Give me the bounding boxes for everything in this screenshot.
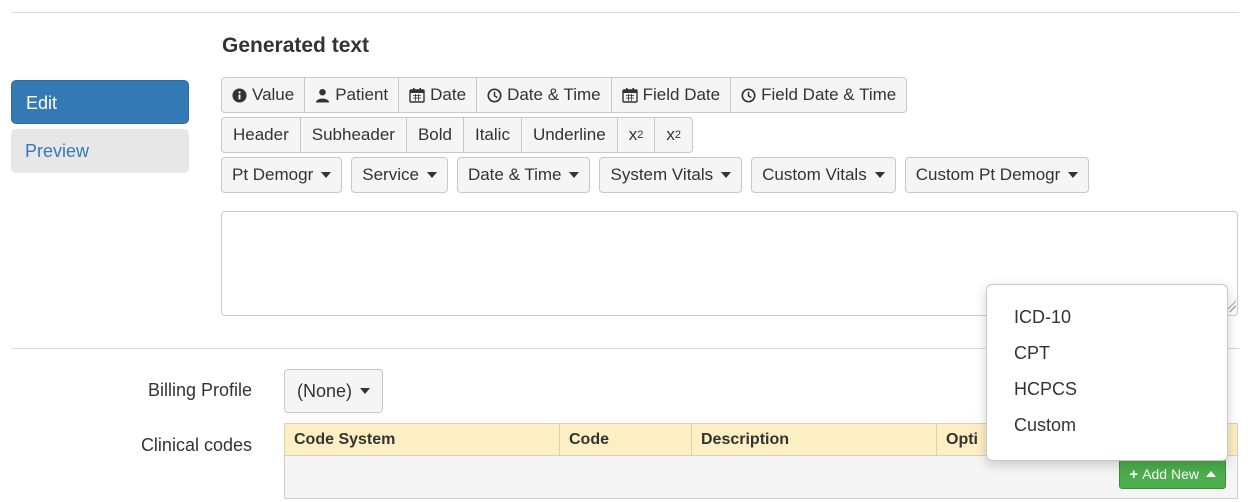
info-circle-icon xyxy=(232,87,247,103)
billing-profile-value: (None) xyxy=(297,380,353,401)
superscript-button[interactable]: x2 xyxy=(654,117,693,153)
insert-date-time-label: Date & Time xyxy=(507,85,601,104)
insert-field-date-button[interactable]: Field Date xyxy=(610,77,732,113)
bold-button[interactable]: Bold xyxy=(405,117,464,153)
table-body: + Add New xyxy=(284,456,1238,499)
subscript-mark: 2 xyxy=(637,129,644,141)
header-button[interactable]: Header xyxy=(221,117,301,153)
superscript-mark: 2 xyxy=(674,129,681,141)
caret-down-icon xyxy=(426,172,437,178)
calendar-icon xyxy=(409,87,425,103)
caret-down-icon xyxy=(721,172,732,178)
clock-icon xyxy=(487,87,502,103)
italic-button[interactable]: Italic xyxy=(462,117,522,153)
date-time-label: Date & Time xyxy=(467,165,562,184)
superscript-base: x xyxy=(666,125,675,144)
insert-date-button[interactable]: Date xyxy=(398,77,478,113)
insert-date-label: Date xyxy=(430,85,467,104)
menu-item-cpt[interactable]: CPT xyxy=(987,339,1227,375)
caret-down-icon xyxy=(569,172,580,178)
subscript-base: x xyxy=(628,125,638,144)
custom-pt-demogr-dropdown[interactable]: Custom Pt Demogr xyxy=(904,157,1090,193)
insert-value-button[interactable]: Value xyxy=(221,77,306,113)
add-new-dropdown-menu: ICD-10 CPT HCPCS Custom xyxy=(986,284,1228,461)
billing-profile-select[interactable]: (None) xyxy=(284,369,384,413)
insert-patient-button[interactable]: Patient xyxy=(304,77,400,113)
format-toolbar: Header Subheader Bold Italic Underline x… xyxy=(221,117,693,153)
pt-demogr-dropdown[interactable]: Pt Demogr xyxy=(221,157,343,193)
user-icon xyxy=(315,88,330,103)
custom-vitals-label: Custom Vitals xyxy=(762,165,867,184)
insert-value-label: Value xyxy=(252,85,295,104)
tab-preview[interactable]: Preview xyxy=(11,129,189,173)
calendar-icon xyxy=(621,87,638,103)
add-new-label: Add New xyxy=(1142,466,1199,482)
billing-profile-label: Billing Profile xyxy=(147,380,252,400)
menu-item-icd10[interactable]: ICD-10 xyxy=(987,303,1227,339)
caret-up-icon xyxy=(1206,471,1216,477)
clinical-codes-label: Clinical codes xyxy=(140,435,252,455)
menu-item-custom[interactable]: Custom xyxy=(987,411,1227,447)
insert-field-date-time-button[interactable]: Field Date & Time xyxy=(730,77,908,113)
system-vitals-dropdown[interactable]: System Vitals xyxy=(599,157,743,193)
insert-toolbar: Value Patient Date Date & Time Field Dat… xyxy=(221,77,908,113)
top-divider xyxy=(11,12,1239,13)
custom-pt-demogr-label: Custom Pt Demogr xyxy=(915,165,1061,184)
insert-field-date-time-label: Field Date & Time xyxy=(761,85,897,104)
service-dropdown[interactable]: Service xyxy=(351,157,448,193)
subscript-button[interactable]: x2 xyxy=(616,117,656,153)
plus-icon: + xyxy=(1129,465,1139,483)
field-dropdowns: Pt Demogr Service Date & Time System Vit… xyxy=(221,157,1090,193)
caret-down-icon xyxy=(321,172,332,178)
column-code: Code xyxy=(560,424,692,455)
underline-button[interactable]: Underline xyxy=(520,117,618,153)
custom-vitals-dropdown[interactable]: Custom Vitals xyxy=(751,157,896,193)
caret-down-icon xyxy=(874,172,885,178)
section-title: Generated text xyxy=(222,34,370,57)
caret-down-icon xyxy=(360,388,371,394)
column-code-system: Code System xyxy=(285,424,560,455)
insert-date-time-button[interactable]: Date & Time xyxy=(476,77,612,113)
subheader-button[interactable]: Subheader xyxy=(299,117,407,153)
add-new-button[interactable]: + Add New xyxy=(1119,459,1226,489)
caret-down-icon xyxy=(1068,172,1079,178)
insert-field-date-label: Field Date xyxy=(642,85,721,104)
column-description: Description xyxy=(692,424,937,455)
tab-edit[interactable]: Edit xyxy=(11,80,189,124)
date-time-dropdown[interactable]: Date & Time xyxy=(456,157,591,193)
system-vitals-label: System Vitals xyxy=(610,165,714,184)
service-label: Service xyxy=(362,165,419,184)
pt-demogr-label: Pt Demogr xyxy=(232,165,314,184)
insert-patient-label: Patient xyxy=(335,85,389,104)
menu-item-hcpcs[interactable]: HCPCS xyxy=(987,375,1227,411)
clock-icon xyxy=(741,87,756,103)
